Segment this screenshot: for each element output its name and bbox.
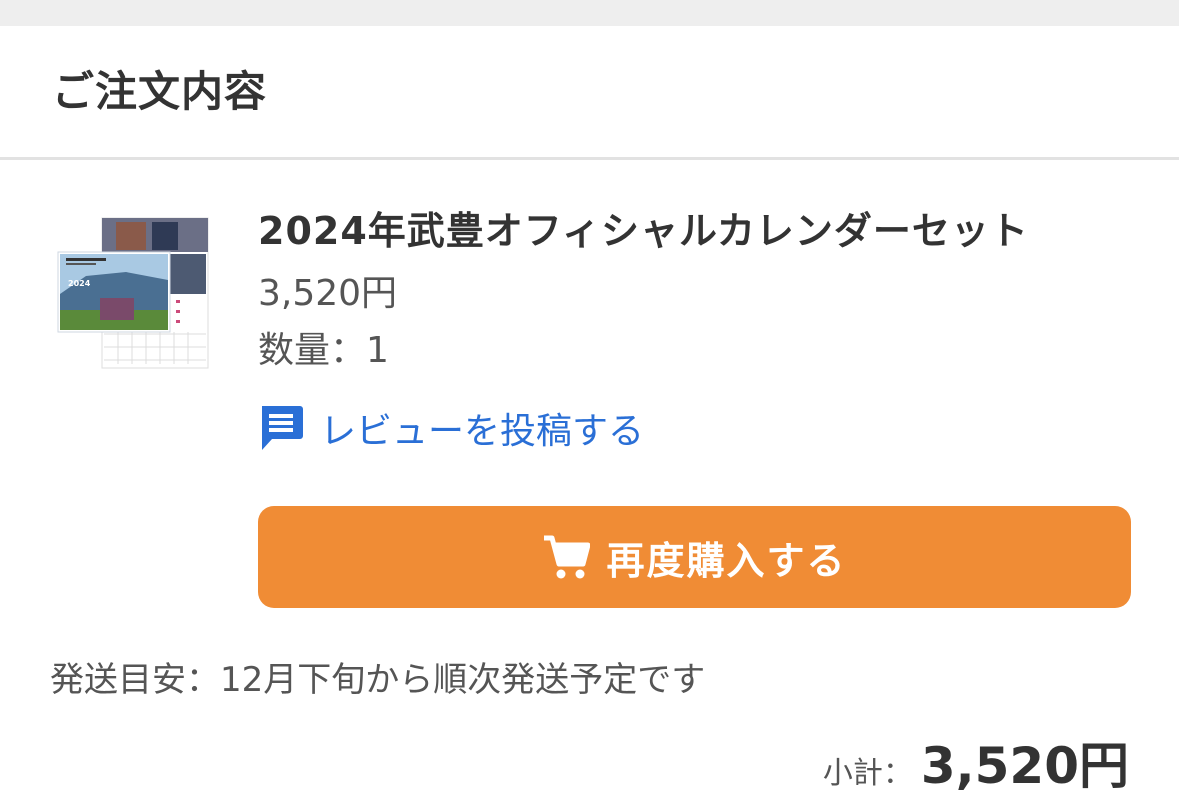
product-thumbnail[interactable]: 2024 — [56, 214, 212, 370]
section-divider — [0, 157, 1179, 160]
section-title: ご注文内容 — [52, 67, 268, 116]
subtotal-label: 小計： — [822, 756, 913, 791]
product-name: 2024年武豊オフィシャルカレンダーセット — [258, 209, 1029, 253]
post-review-link[interactable]: レビューを投稿する — [258, 401, 644, 455]
rebuy-label: 再度購入する — [606, 538, 847, 583]
subtotal-value: 3,520円 — [920, 737, 1129, 795]
post-review-label: レビューを投稿する — [320, 411, 645, 452]
product-price: 3,520円 — [258, 273, 398, 314]
subtotal: 小計： 3,520円 — [823, 726, 1129, 798]
cart-icon — [542, 533, 591, 581]
thumbnail-year-label: 2024 — [68, 279, 91, 288]
shipping-estimate: 発送目安：12月下旬から順次発送予定です — [50, 660, 706, 700]
product-quantity: 数量：1 — [258, 330, 389, 371]
rebuy-button[interactable]: 再度購入する — [258, 506, 1131, 608]
comment-icon — [258, 404, 304, 452]
top-band — [0, 0, 1179, 26]
calendar-product-image: 2024 — [57, 217, 209, 369]
